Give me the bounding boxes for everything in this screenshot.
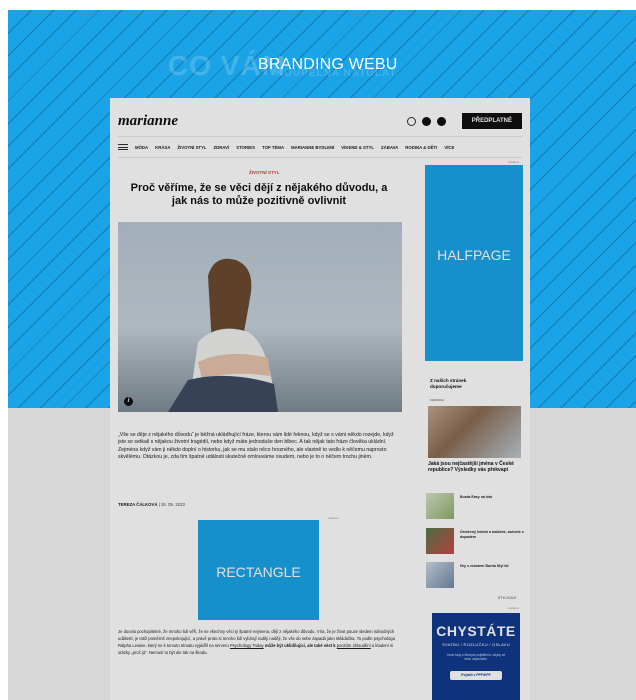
article-body: Je docela pochopitelné, že mnoho lidí vě… xyxy=(118,628,404,656)
sidebar-item[interactable]: Hry s robotem Burda Styl kit xyxy=(426,562,526,592)
sidebar-article-title[interactable]: Jaká jsou nejčastější jména v České repu… xyxy=(428,461,522,474)
rectangle-ad[interactable]: RECTANGLE xyxy=(198,520,319,620)
article-title: Proč věříme, že se věci dějí z nějakého … xyxy=(130,182,388,207)
sidebar-item[interactable]: Burda Easy na leto xyxy=(426,493,526,523)
sidebar-heading: Z našich stránek doporučujeme xyxy=(430,378,466,390)
sidebar-thumbnail[interactable] xyxy=(428,406,521,458)
body-link[interactable]: pocitům zbloudění xyxy=(337,643,371,648)
woman-photo xyxy=(168,258,278,412)
info-icon[interactable]: i xyxy=(124,397,133,406)
sidebar-item-title[interactable]: Burda Easy na leto xyxy=(460,495,524,500)
article-category[interactable]: ŽIVOTNÍ STYL xyxy=(249,170,280,175)
sidebar-item-title[interactable]: Hry s robotem Burda Styl kit xyxy=(460,564,524,569)
promo-note: Jsme tady s libovým pojištěním, kdyby se… xyxy=(446,653,506,662)
ad-label: reklama xyxy=(508,160,519,164)
article-perex: „Vše se děje z nějakého důvodu“ je běžná… xyxy=(118,432,394,461)
promo-button[interactable]: Pojistit v PPF/KPF xyxy=(450,671,502,680)
ad-layout-preview: CO VÁM KOUPELNA NATOLAT BRANDING WEBU ma… xyxy=(0,0,636,700)
halfpage-ad[interactable]: HALFPAGE xyxy=(425,165,523,361)
rectangle-ad-label: RECTANGLE xyxy=(216,564,301,580)
sidebar-item-thumbnail[interactable] xyxy=(426,528,454,554)
sidebar-item-thumbnail[interactable] xyxy=(426,562,454,588)
promo-banner[interactable]: CHYSTÁTE SVATBU / ROZLUČKU / OSLAVU Jsme… xyxy=(432,613,520,700)
promo-subtitle: SVATBU / ROZLUČKU / OSLAVU xyxy=(442,642,510,647)
article-area: ŽIVOTNÍ STYL Proč věříme, že se věci děj… xyxy=(110,98,530,700)
promo-title: CHYSTÁTE xyxy=(436,623,516,639)
site-page: marianne PŘEDPLATNÉ MÓDA KRÁSA ŽIVOTNÍ S… xyxy=(110,98,530,700)
sidebar-item-thumbnail[interactable] xyxy=(426,493,454,519)
ad-label: reklama xyxy=(508,606,519,610)
sidebar-item[interactable]: Úsměvný lenček a babiček, začnete s dopa… xyxy=(426,528,526,558)
sidebar-tag[interactable]: MAMINKA xyxy=(430,398,444,402)
branding-label: BRANDING WEBU xyxy=(258,56,398,73)
article-byline: TEREZA ČÁLKOVÁ | 26. 05. 2023 xyxy=(118,502,185,507)
ad-label: reklama xyxy=(328,516,339,520)
article-date: 26. 05. 2023 xyxy=(160,502,185,507)
halfpage-ad-label: HALFPAGE xyxy=(437,247,511,263)
sidebar-item-title[interactable]: Úsměvný lenček a babiček, začnete s dopa… xyxy=(460,530,524,540)
sidebar-heading-line: doporučujeme xyxy=(430,384,462,389)
article-hero-image: i xyxy=(118,222,402,412)
body-link[interactable]: Psychology Today xyxy=(230,643,264,648)
article-author[interactable]: TEREZA ČÁLKOVÁ xyxy=(118,502,157,507)
sidebar-more-link[interactable]: STYL KOLE xyxy=(498,596,516,600)
body-text-bold: může být uklidňující, ale také vést k xyxy=(264,643,336,648)
